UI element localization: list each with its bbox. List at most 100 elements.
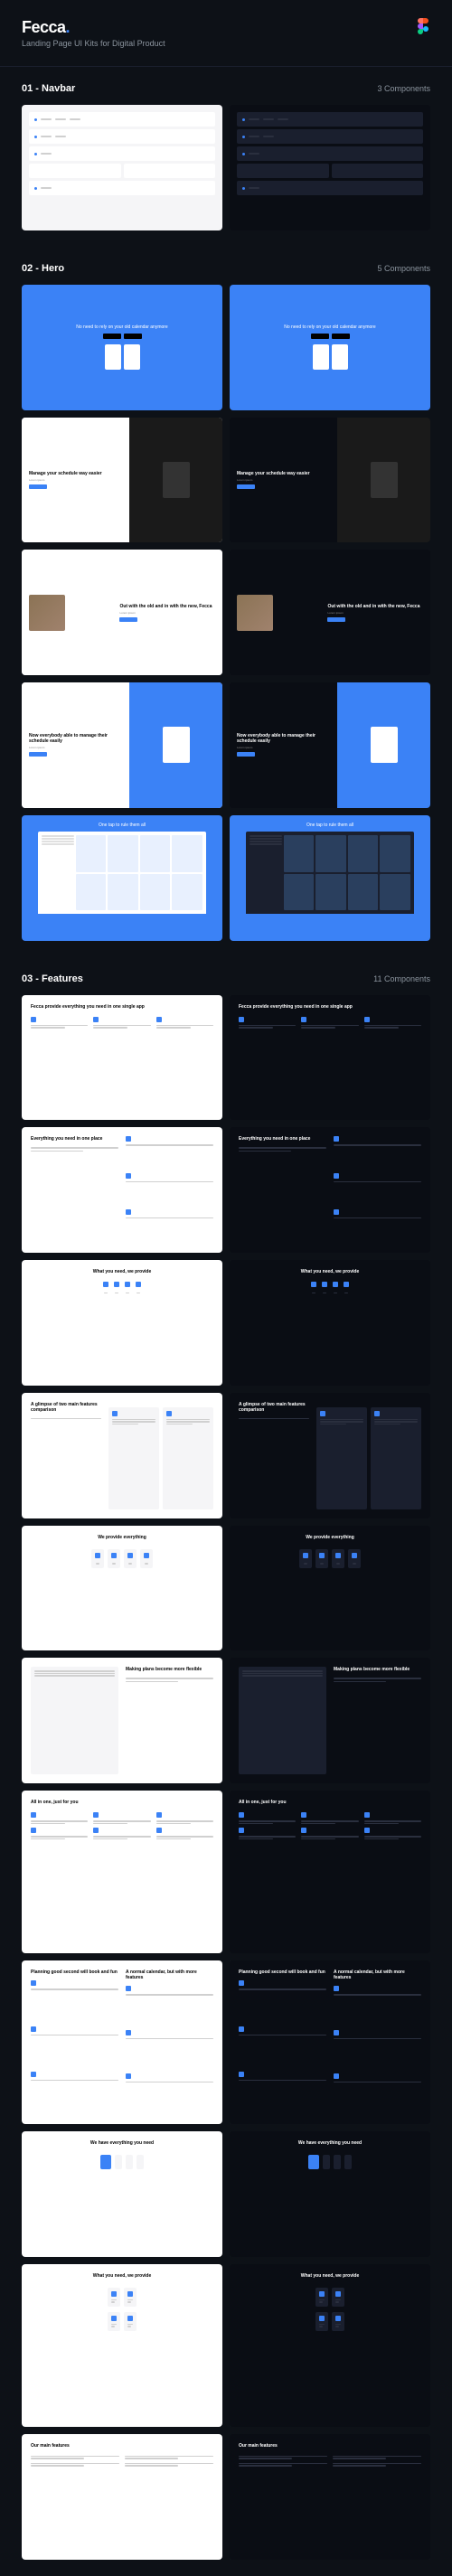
feature-title: We have everything you need xyxy=(298,2140,362,2146)
section-title: 03 - Features xyxy=(22,973,83,984)
nav-variant xyxy=(29,146,215,161)
feature-title: All in one, just for you xyxy=(239,1800,421,1805)
feature-card[interactable]: Making plans become more flexible xyxy=(22,1658,222,1783)
hero-card-5-light[interactable]: One tap to rule them all xyxy=(22,815,222,941)
feature-card[interactable]: We provide everything xyxy=(22,1526,222,1651)
features-grid: Fecca provide everything you need in one… xyxy=(0,995,452,2576)
feature-card[interactable]: What you need, we provide xyxy=(230,2264,430,2427)
feature-title: A normal calendar, but with more feature… xyxy=(126,1970,213,1980)
hero-cta xyxy=(237,752,255,757)
feature-title: Fecca provide everything you need in one… xyxy=(239,1004,421,1010)
feature-card[interactable]: Everything you need in one place xyxy=(230,1127,430,1253)
hero-cta xyxy=(119,617,137,622)
feature-card[interactable]: We provide everything xyxy=(230,1526,430,1651)
hero-headline: Out with the old and in with the new, Fe… xyxy=(119,604,215,609)
hero-headline: One tap to rule them all xyxy=(306,823,353,828)
hero-cta xyxy=(29,484,47,489)
section-header-features: 03 - Features 11 Components xyxy=(0,957,452,995)
feature-title: What you need, we provide xyxy=(93,1269,151,1274)
feature-title: Planning good second will book and fun xyxy=(31,1970,118,1975)
feature-card[interactable]: Our main features xyxy=(230,2434,430,2560)
navbar-grid xyxy=(0,105,452,247)
hero-cta xyxy=(327,617,345,622)
hero-headline: No need to rely on your old calendar any… xyxy=(76,324,167,331)
hero-card-3-light[interactable]: Out with the old and in with the new, Fe… xyxy=(22,550,222,675)
feature-card[interactable]: What you need, we provide xyxy=(22,1260,222,1386)
feature-card[interactable]: Fecca provide everything you need in one… xyxy=(230,995,430,1121)
hero-headline: Manage your schedule way easier xyxy=(29,471,122,476)
feature-card[interactable]: Fecca provide everything you need in one… xyxy=(22,995,222,1121)
feature-card[interactable]: We have everything you need xyxy=(230,2131,430,2257)
feature-card[interactable]: A glimpse of two main features compariso… xyxy=(230,1393,430,1518)
feature-card[interactable]: Making plans become more flexible xyxy=(230,1658,430,1783)
hero-grid: No need to rely on your old calendar any… xyxy=(0,285,452,957)
hero-image xyxy=(237,595,273,631)
hero-card-2-light[interactable]: Manage your schedule way easier Lorem ip… xyxy=(22,418,222,543)
brand-subtitle: Landing Page UI Kits for Digital Product xyxy=(22,39,430,48)
feature-card[interactable]: Planning good second will book and fun A… xyxy=(22,1960,222,2123)
navbar-card-light[interactable] xyxy=(22,105,222,230)
hero-card-1-dark[interactable]: No need to rely on your old calendar any… xyxy=(230,285,430,410)
hero-sub: Lorem ipsum xyxy=(119,611,215,615)
page-header: Fecca. Landing Page UI Kits for Digital … xyxy=(0,0,452,67)
hero-card-4-light[interactable]: Now everybody able to manage their sched… xyxy=(22,682,222,808)
dashboard-mockup xyxy=(246,832,413,915)
hero-image xyxy=(29,595,65,631)
feature-card[interactable]: What you need, we provide xyxy=(22,2264,222,2427)
feature-title: Our main features xyxy=(31,2443,213,2449)
feature-card[interactable]: All in one, just for you xyxy=(230,1791,430,1953)
feature-title: Fecca provide everything you need in one… xyxy=(31,1004,213,1010)
feature-card[interactable]: Planning good second will book and fun A… xyxy=(230,1960,430,2123)
feature-title: Making plans become more flexible xyxy=(126,1667,213,1672)
feature-title: All in one, just for you xyxy=(31,1800,213,1805)
nav-variant xyxy=(237,129,423,144)
dashboard-mockup xyxy=(38,832,205,915)
hero-sub: Lorem ipsum xyxy=(327,611,423,615)
feature-card[interactable]: All in one, just for you xyxy=(22,1791,222,1953)
feature-title: What you need, we provide xyxy=(93,2273,151,2279)
phone-mockups xyxy=(313,344,348,370)
feature-card[interactable]: What you need, we provide xyxy=(230,1260,430,1386)
feature-title: What you need, we provide xyxy=(301,2273,359,2279)
section-count: 3 Components xyxy=(377,84,430,93)
hero-headline: Now everybody able to manage their sched… xyxy=(29,733,122,744)
navbar-card-dark[interactable] xyxy=(230,105,430,230)
brand-logo: Fecca. xyxy=(22,18,430,37)
feature-title: A glimpse of two main features compariso… xyxy=(31,1402,101,1413)
section-title: 01 - Navbar xyxy=(22,83,75,94)
hero-card-2-dark[interactable]: Manage your schedule way easier Lorem ip… xyxy=(230,418,430,543)
hero-headline: One tap to rule them all xyxy=(99,823,146,828)
store-badges xyxy=(103,334,142,339)
nav-variant xyxy=(237,181,423,195)
nav-variant xyxy=(237,112,423,127)
feature-title: What you need, we provide xyxy=(301,1269,359,1274)
hero-card-4-dark[interactable]: Now everybody able to manage their sched… xyxy=(230,682,430,808)
hero-headline: Manage your schedule way easier xyxy=(237,471,330,476)
hero-card-1-light[interactable]: No need to rely on your old calendar any… xyxy=(22,285,222,410)
feature-card[interactable]: Everything you need in one place xyxy=(22,1127,222,1253)
hero-card-3-dark[interactable]: Out with the old and in with the new, Fe… xyxy=(230,550,430,675)
hero-sub: Lorem ipsum xyxy=(29,478,122,482)
phone-mockups xyxy=(105,344,140,370)
hero-cta xyxy=(29,752,47,757)
hero-card-5-dark[interactable]: One tap to rule them all xyxy=(230,815,430,941)
feature-card[interactable]: A glimpse of two main features compariso… xyxy=(22,1393,222,1518)
nav-variant xyxy=(29,112,215,127)
feature-title: Our main features xyxy=(239,2443,421,2449)
hero-sub: Lorem ipsum xyxy=(237,478,330,482)
feature-title: A normal calendar, but with more feature… xyxy=(334,1970,421,1980)
hero-headline: Now everybody able to manage their sched… xyxy=(237,733,330,744)
section-count: 11 Components xyxy=(373,974,430,983)
feature-title: We have everything you need xyxy=(90,2140,154,2146)
hero-cta xyxy=(237,484,255,489)
section-header-hero: 02 - Hero 5 Components xyxy=(0,247,452,285)
figma-icon xyxy=(416,18,430,40)
hero-sub: Lorem ipsum xyxy=(29,746,122,749)
hero-headline: Out with the old and in with the new, Fe… xyxy=(327,604,423,609)
brand-name: Fecca xyxy=(22,18,66,36)
feature-title: A glimpse of two main features compariso… xyxy=(239,1402,309,1413)
feature-title: Everything you need in one place xyxy=(239,1136,326,1142)
feature-card[interactable]: We have everything you need xyxy=(22,2131,222,2257)
feature-title: We provide everything xyxy=(306,1535,354,1540)
feature-card[interactable]: Our main features xyxy=(22,2434,222,2560)
